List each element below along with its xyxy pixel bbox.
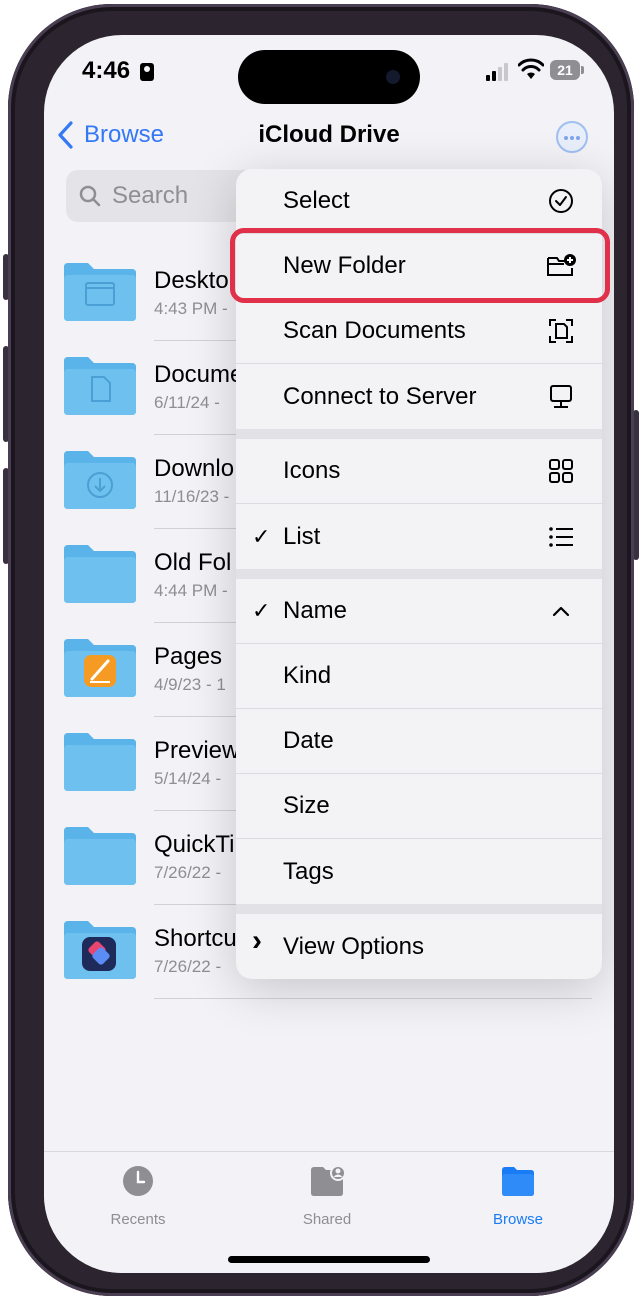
folder-icon [64,263,136,321]
doc-viewfinder-icon [549,319,573,343]
menu-separator [236,429,602,439]
documents-folder-icon [64,357,136,415]
search-icon [79,185,101,207]
menu-item-icons[interactable]: Icons [236,439,602,504]
clock-icon [123,1166,153,1196]
downloads-folder-icon [64,451,136,509]
menu-label: Kind [283,662,332,689]
menu-item-name[interactable]: ✓ Name [236,579,602,644]
server-display-icon [550,384,572,408]
tab-label: Browse [492,1211,544,1228]
tab-recents[interactable]: Recents [78,1164,198,1228]
pages-folder-icon [64,639,136,697]
page-title: iCloud Drive [258,121,400,148]
file-meta: 6/11/24 - [154,393,220,412]
file-meta: 4:43 PM - [154,299,228,318]
home-indicator [228,1256,430,1263]
menu-item-tags[interactable]: Tags [236,839,602,904]
menu-item-date[interactable]: Date [236,709,602,774]
chevron-right-icon: › [252,924,262,957]
menu-label: Connect to Server [283,382,477,410]
tab-browse[interactable]: Browse [458,1164,578,1228]
status-time: 4:46 [82,57,131,84]
menu-item-connect-to-server[interactable]: Connect to Server [236,364,602,429]
file-meta: 7/26/22 - [154,863,222,882]
cellular-signal-icon [486,61,512,81]
screen: 4:46 21 Browse iCloud Drive Search Deskt… [44,35,614,1273]
folder-icon [64,545,136,603]
phone-frame: 4:46 21 Browse iCloud Drive Search Deskt… [8,4,634,1296]
menu-separator [236,569,602,579]
file-meta: 11/16/23 - [154,487,230,506]
menu-label: Date [283,727,334,754]
file-name: Preview [154,737,240,764]
battery-indicator: 21 [550,60,584,80]
checkmark-icon: ✓ [252,523,271,549]
file-name: Downlo [154,455,235,482]
dynamic-island [238,50,420,104]
menu-label: Name [283,597,348,624]
camera-icon [386,70,400,84]
more-options-button[interactable] [556,121,588,153]
shared-folder-icon [311,1165,346,1196]
tab-label: Recents [110,1211,166,1228]
menu-item-kind[interactable]: Kind [236,644,602,709]
tab-shared[interactable]: Shared [267,1164,387,1228]
menu-item-scan-documents[interactable]: Scan Documents [236,299,602,364]
menu-label: Size [283,792,330,819]
grid-icon [549,459,573,483]
menu-label: Icons [283,457,341,484]
file-meta: 7/26/22 - [154,957,222,976]
folder-fill-icon [502,1167,534,1196]
file-meta: 4/9/23 - 1 [154,675,226,694]
tab-bar: Recents Shared Browse [44,1151,614,1273]
divider [154,998,592,999]
checkmark-icon: ✓ [252,598,271,623]
list-bullet-icon [549,526,573,547]
wifi-icon [518,58,544,79]
menu-label: List [283,522,321,550]
chevron-up-icon [552,606,570,617]
tab-label: Shared [302,1211,352,1228]
folder-icon [64,733,136,791]
contact-card-icon [140,63,154,81]
menu-label: View Options [283,932,424,960]
highlight-box [230,228,610,303]
menu-label: Tags [283,857,334,885]
menu-item-select[interactable]: Select [236,169,602,234]
folder-icon [64,827,136,885]
file-name: Pages [154,643,223,670]
checkmark-circle-icon [549,189,573,213]
search-placeholder: Search [112,182,189,209]
file-name: QuickTi [154,831,235,858]
file-meta: 5/14/24 - [154,769,222,788]
shortcuts-folder-icon [64,921,136,979]
file-name: Docume [154,361,244,388]
menu-label: Select [283,187,350,214]
file-meta: 4:44 PM - [154,581,228,600]
menu-label: Scan Documents [283,317,466,344]
menu-item-size[interactable]: Size [236,774,602,839]
menu-separator [236,904,602,914]
menu-item-list[interactable]: ✓ List [236,504,602,569]
menu-item-view-options[interactable]: › View Options [236,914,602,979]
file-name: Shortcu [154,925,237,952]
file-name: Deskto [154,267,229,294]
file-name: Old Fol [154,549,232,576]
